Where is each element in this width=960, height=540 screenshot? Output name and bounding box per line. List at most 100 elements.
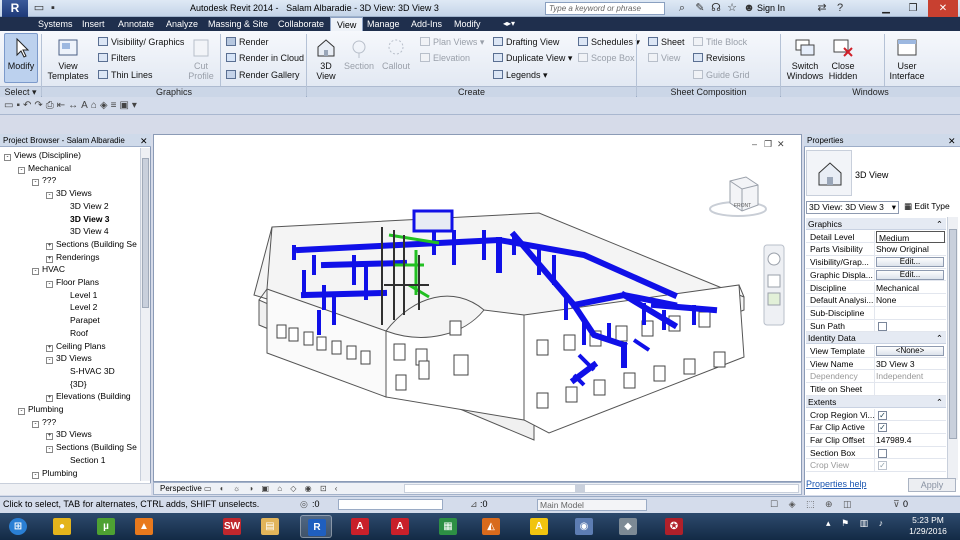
cut-profile-button[interactable]: Cut Profile	[186, 37, 216, 81]
taskbar-media-center-button[interactable]: ◉	[568, 515, 600, 538]
expand-icon[interactable]: +	[46, 344, 53, 352]
legends-button[interactable]: Legends ▾	[493, 70, 548, 81]
property-checkbox[interactable]	[878, 448, 887, 458]
browser-tree-item[interactable]: Parapet	[60, 315, 100, 325]
tab-massing-site[interactable]: Massing & Site	[202, 17, 274, 31]
property-edit-button[interactable]: Edit...	[876, 257, 944, 268]
scope-box-button[interactable]: Scope Box	[578, 53, 635, 63]
property-value[interactable]: Show Original	[876, 243, 929, 255]
tab-modify[interactable]: Modify	[448, 17, 487, 31]
close-windows-icon[interactable]: ▣	[119, 100, 131, 111]
view-window-controls[interactable]: – ❐ ✕	[752, 139, 785, 149]
view-hscroll-thumb[interactable]	[575, 485, 585, 492]
browser-tree-item[interactable]: - Views (Discipline)	[4, 150, 81, 161]
browser-scroll-thumb[interactable]	[142, 158, 149, 308]
view-templates-button[interactable]: View Templates	[46, 37, 90, 81]
navigation-bar[interactable]	[763, 244, 785, 326]
taskbar-solidworks-button[interactable]: SW	[216, 515, 248, 538]
property-row[interactable]: Sun Path	[806, 319, 946, 333]
collapse-icon[interactable]: -	[32, 179, 39, 187]
duplicate-view-button[interactable]: Duplicate View ▾	[493, 53, 572, 64]
3d-view-button[interactable]: 3D View	[311, 37, 341, 81]
design-options-dropdown[interactable]: Main Model	[537, 499, 647, 511]
save-icon[interactable]: ▪	[46, 1, 60, 15]
tab-annotate[interactable]: Annotate	[112, 17, 160, 31]
browser-tree-item[interactable]: 3D View 2	[60, 201, 109, 211]
render-cloud-button[interactable]: Render in Cloud	[226, 53, 304, 63]
property-row[interactable]: Visibility/Grap... Edit...	[806, 256, 946, 269]
taskbar-project-app-button[interactable]: ▦	[432, 515, 464, 538]
drawing-area-3d-view[interactable]: – ❐ ✕ FRONT	[153, 134, 802, 482]
sheet-button[interactable]: Sheet	[648, 37, 685, 47]
qat-dropdown-icon[interactable]: ▾	[132, 100, 140, 111]
view-cube[interactable]: FRONT	[709, 176, 767, 217]
expand-icon[interactable]: +	[46, 255, 53, 263]
property-checkbox[interactable]	[878, 321, 887, 331]
title-block-button[interactable]: Title Block	[693, 37, 747, 47]
property-row[interactable]: Far Clip Offset 147989.4	[806, 433, 946, 447]
property-value[interactable]: Medium	[876, 230, 945, 243]
property-row[interactable]: Dependency Independent	[806, 370, 946, 384]
thin-lines-button[interactable]: Thin Lines	[98, 70, 153, 80]
property-group-header[interactable]: Extents ⌃	[806, 395, 946, 408]
property-value[interactable]: 3D View 3	[876, 358, 915, 370]
type-selector-dropdown[interactable]: 3D View: 3D View 3 ▾	[806, 201, 899, 214]
expand-icon[interactable]: +	[46, 433, 53, 441]
collapse-icon[interactable]: -	[32, 420, 39, 428]
properties-scrollbar[interactable]	[947, 217, 958, 480]
tab-manage[interactable]: Manage	[361, 17, 406, 31]
user-interface-button[interactable]: User Interface	[888, 37, 926, 81]
property-value[interactable]: Independent	[876, 370, 923, 382]
browser-tree-item[interactable]: +3D Views	[46, 429, 92, 441]
collapse-icon[interactable]: -	[46, 446, 53, 454]
tab-systems[interactable]: Systems	[32, 17, 79, 31]
property-group-header[interactable]: Graphics ⌃	[806, 218, 946, 230]
render-button[interactable]: Render	[226, 37, 269, 47]
browser-scrollbar[interactable]	[140, 148, 150, 481]
browser-tree-item[interactable]: + Elevations (Building	[46, 391, 131, 403]
browser-tree-item[interactable]: -3D Views	[46, 188, 92, 200]
browser-tree-item[interactable]: - Plumbing	[32, 468, 77, 479]
taskbar-vlc-button[interactable]: ▲	[128, 515, 160, 538]
browser-tree-item[interactable]: S-HVAC 3D	[60, 366, 115, 376]
selection-icons[interactable]: ☐ ◈ ⬚ ⊕ ◫	[770, 497, 856, 512]
property-row[interactable]: Graphic Displa... Edit...	[806, 268, 946, 282]
favorites-icon[interactable]: ☆	[725, 1, 739, 15]
section-button[interactable]: Section	[342, 37, 376, 71]
expand-icon[interactable]: +	[46, 395, 53, 403]
browser-tree-item[interactable]: - Sections (Building Se	[46, 442, 137, 454]
tab-add-ins[interactable]: Add-Ins	[405, 17, 448, 31]
property-row[interactable]: Crop View ✓	[806, 459, 946, 472]
design-option-icon[interactable]: ⊿	[470, 497, 478, 512]
view-hscrollbar[interactable]	[404, 484, 799, 493]
property-row[interactable]: View Template <None>	[806, 345, 946, 358]
filter-icon[interactable]: ⊽	[893, 497, 900, 512]
browser-tree-item[interactable]: + Renderings	[46, 252, 99, 263]
browser-tree-item[interactable]: Roof	[60, 328, 88, 338]
subscription-icon[interactable]: ✎	[693, 1, 707, 15]
browser-tree-item[interactable]: + Ceiling Plans	[46, 341, 106, 352]
browser-tree-item[interactable]: Level 2	[60, 302, 97, 312]
browser-tree-item[interactable]: - HVAC	[32, 264, 65, 276]
collapse-icon[interactable]: -	[46, 192, 53, 200]
taskbar-autocad-mep-button[interactable]: A	[384, 515, 416, 538]
system-tray-icons[interactable]: ▴ ⚑ ▥ ♪	[826, 518, 887, 529]
collapse-icon[interactable]: -	[18, 408, 25, 415]
property-row[interactable]: Title on Sheet	[806, 383, 946, 396]
property-checkbox[interactable]: ✓	[878, 410, 887, 420]
properties-help-link[interactable]: Properties help	[806, 479, 867, 489]
property-row[interactable]: View Name 3D View 3	[806, 357, 946, 371]
expand-icon[interactable]: +	[46, 242, 53, 250]
collapse-icon[interactable]: -	[4, 154, 11, 161]
property-row[interactable]: Default Analysi... None	[806, 294, 946, 307]
plan-views-button[interactable]: Plan Views ▾	[420, 37, 484, 48]
property-row[interactable]: Discipline Mechanical	[806, 281, 946, 295]
property-group-header[interactable]: Identity Data ⌃	[806, 332, 946, 345]
open-icon[interactable]: ▭	[32, 1, 46, 15]
property-checkbox[interactable]: ✓	[878, 423, 887, 433]
browser-item-selected[interactable]: 3D View 3	[60, 214, 110, 224]
steering-wheel-icon[interactable]	[767, 252, 781, 266]
tab-analyze[interactable]: Analyze	[160, 17, 204, 31]
property-row[interactable]: Detail Level Medium	[806, 230, 946, 244]
collapse-icon[interactable]: -	[32, 471, 39, 479]
